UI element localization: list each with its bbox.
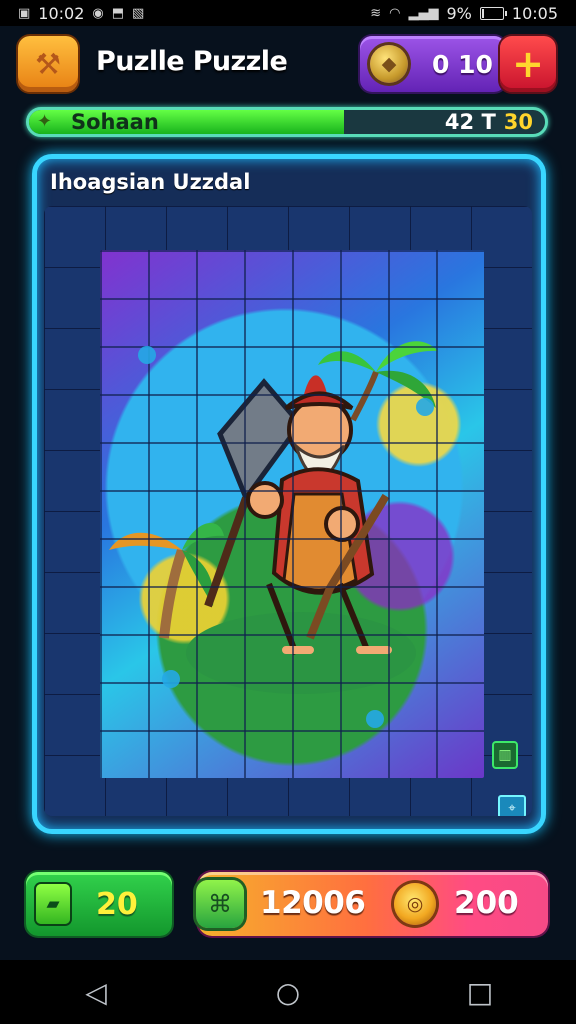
coin-icon: ◆ (370, 45, 408, 83)
progress-label: Sohaan (71, 110, 159, 134)
puzzle-piece-seams (100, 250, 484, 778)
battery-icon (479, 6, 507, 20)
gallery-icon: ▧ (132, 5, 145, 21)
recent-apps-button[interactable]: □ (450, 968, 510, 1016)
back-button[interactable]: ◁ (66, 968, 126, 1016)
plus-icon: + (512, 42, 544, 86)
flag-icon[interactable]: ▥ (492, 741, 518, 769)
hammer-button[interactable]: ⚒ (18, 36, 78, 92)
puzzle-image (100, 250, 484, 778)
level-progress: ✦ Sohaan 42 T 30 (26, 107, 548, 137)
status-left-text: 10:02 (38, 3, 85, 23)
pieces-button[interactable]: ▰ 20 (26, 872, 172, 936)
puzzle-board[interactable]: ▥ ⌖ (44, 206, 532, 816)
coin-value: 0 10 (432, 49, 493, 79)
home-button[interactable]: ○ (258, 968, 318, 1016)
star-icon: ✦ (37, 111, 53, 132)
page-title: Puzlle Puzzle (96, 46, 288, 77)
download-icon: ⬒ (111, 5, 125, 21)
status-time: 10:05 (511, 3, 558, 23)
board-title: Ihoagsian Uzzdal (50, 170, 251, 194)
wifi-icon: ◠ (389, 5, 401, 21)
badge-icon: ⌘ (196, 880, 244, 928)
puzzle-piece-icon: ▰ (36, 884, 70, 924)
status-left: ▣ 10:02 ◉ ⬒ ▧ (18, 4, 144, 23)
add-coins-button[interactable]: + (500, 36, 556, 92)
status-bar: ▣ 10:02 ◉ ⬒ ▧ ≋ ◠ ▂▄▆ 9% 10:05 (0, 0, 576, 26)
score-panel: ⌘ 12006 ◎ 200 (196, 872, 548, 936)
piece-knob (138, 346, 156, 364)
coin-balance: ◆ 0 10 (360, 36, 506, 92)
map-icon[interactable]: ⌖ (498, 795, 526, 816)
score-value: 12006 (260, 885, 366, 921)
pieces-count: 20 (96, 886, 138, 922)
gem-value: 200 (454, 885, 519, 921)
battery-percent: 9% (446, 3, 472, 23)
nfc-icon: ◉ (92, 5, 104, 21)
piece-knob (162, 670, 180, 688)
progress-count: 42 T 30 (445, 110, 533, 134)
android-navigation-bar: ◁ ○ □ (0, 960, 576, 1024)
piece-knob (366, 710, 384, 728)
notification-icon: ▣ (18, 5, 31, 21)
piece-knob (416, 398, 434, 416)
target-gem-icon: ◎ (394, 883, 436, 925)
status-right: ≋ ◠ ▂▄▆ 9% 10:05 (370, 4, 558, 23)
battery-fill (481, 8, 484, 18)
signal-icon: ▂▄▆ (408, 5, 439, 21)
vibrate-icon: ≋ (370, 5, 382, 21)
progress-current: 42 T (444, 110, 496, 134)
progress-total: 30 (503, 110, 533, 134)
hammer-icon: ⚒ (35, 47, 61, 81)
